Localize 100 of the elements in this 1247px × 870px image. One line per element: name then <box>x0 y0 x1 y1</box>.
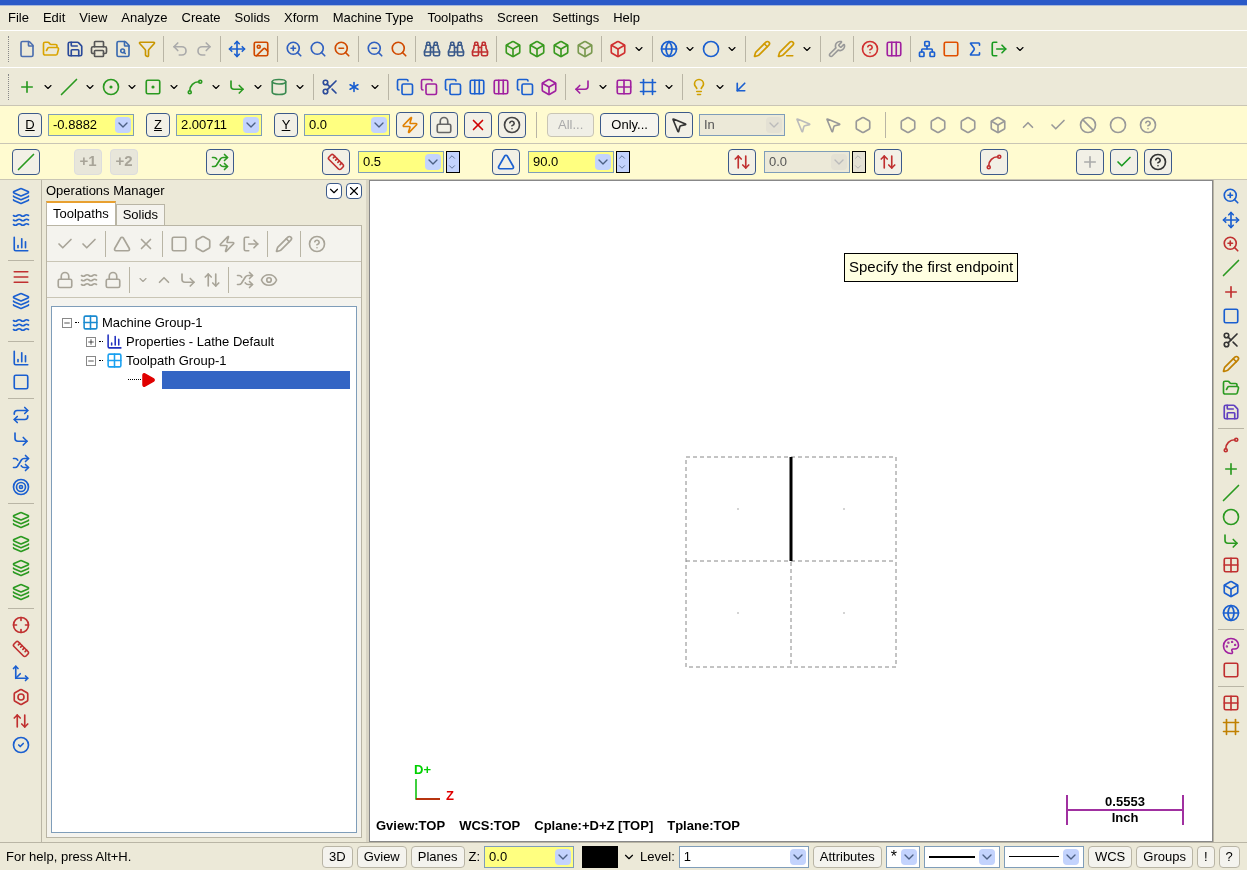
select-button[interactable]: Only... <box>600 112 659 137</box>
scissors-icon[interactable] <box>1221 331 1240 349</box>
save-icon[interactable] <box>66 40 84 58</box>
wave-icon[interactable] <box>11 316 30 334</box>
pan-icon[interactable] <box>228 40 246 58</box>
binoculars-icon[interactable] <box>423 40 441 58</box>
bars-icon[interactable] <box>11 349 30 367</box>
corner-icon[interactable] <box>11 430 30 448</box>
exit-icon[interactable] <box>990 40 1008 58</box>
line-style-field[interactable] <box>923 845 1000 868</box>
columns-icon[interactable] <box>492 77 510 96</box>
bolt-button[interactable] <box>396 111 424 138</box>
tangent-button[interactable] <box>980 148 1008 175</box>
circle-icon[interactable] <box>1108 115 1127 134</box>
preview-icon[interactable] <box>114 40 132 58</box>
line-button[interactable] <box>12 148 40 175</box>
copy-icon[interactable] <box>516 77 534 96</box>
status-button[interactable]: WCS <box>1087 845 1133 868</box>
copy-icon[interactable] <box>420 77 438 96</box>
ruler-icon[interactable] <box>11 640 30 658</box>
globe-icon[interactable] <box>1221 604 1240 622</box>
layers-icon[interactable] <box>11 535 30 553</box>
printer-icon[interactable] <box>90 40 108 58</box>
status-button[interactable]: ! <box>1196 845 1215 868</box>
columns-icon[interactable] <box>468 77 486 96</box>
scissors-icon[interactable] <box>321 77 339 96</box>
cube-icon[interactable] <box>528 40 546 58</box>
menu-item[interactable]: Settings <box>552 8 600 28</box>
spin-buttons[interactable] <box>852 150 866 173</box>
ruler-button[interactable] <box>322 148 350 175</box>
grid-icon[interactable] <box>615 77 633 96</box>
curve-icon[interactable] <box>186 77 204 96</box>
palette-icon[interactable] <box>1221 637 1240 655</box>
circle-icon[interactable] <box>1221 508 1240 526</box>
arrows-icon[interactable] <box>11 712 30 730</box>
tree-item[interactable]: Toolpath Group-1 <box>126 350 227 371</box>
zoom-in-icon[interactable] <box>285 40 303 58</box>
menu-item[interactable]: Edit <box>42 8 66 28</box>
copy-icon[interactable] <box>396 77 414 96</box>
zoom-in-icon[interactable] <box>1221 187 1240 205</box>
tree-item[interactable]: Machine Group-1 <box>102 312 203 333</box>
attributes-button[interactable]: Attributes <box>812 845 882 868</box>
menu-item[interactable]: Xform <box>284 8 319 28</box>
target-icon[interactable] <box>11 478 30 496</box>
menu-item[interactable]: View <box>79 8 108 28</box>
line-icon[interactable] <box>60 77 78 96</box>
hexagon-icon[interactable] <box>898 115 917 134</box>
close-icon[interactable] <box>346 183 362 199</box>
search-icon[interactable] <box>390 40 408 58</box>
loop-icon[interactable] <box>11 406 30 424</box>
angle-button[interactable] <box>492 148 520 175</box>
panel-tab[interactable]: Toolpaths <box>46 201 116 225</box>
menu-item[interactable]: Toolpaths <box>427 8 484 28</box>
corner-icon[interactable] <box>228 77 246 96</box>
cube-icon[interactable] <box>552 40 570 58</box>
wave-icon[interactable] <box>11 211 30 229</box>
question-icon[interactable] <box>861 40 879 58</box>
square-icon[interactable] <box>942 40 960 58</box>
ok-button[interactable] <box>1110 148 1138 175</box>
axis-button[interactable]: Y <box>274 112 298 137</box>
cube-icon[interactable] <box>1221 580 1240 598</box>
panel-tab[interactable]: Solids <box>115 204 166 225</box>
cube-icon[interactable] <box>609 40 627 58</box>
angle-field[interactable]: 90.0 <box>528 150 614 173</box>
axis-button[interactable]: D <box>18 112 42 137</box>
insert-arrow-icon[interactable] <box>140 371 157 388</box>
spin-buttons[interactable] <box>616 150 630 173</box>
grid-icon[interactable] <box>1221 694 1240 712</box>
layers-icon[interactable] <box>11 559 30 577</box>
pointer-icon[interactable] <box>823 115 842 134</box>
layers-icon[interactable] <box>11 187 30 205</box>
menu-item[interactable]: Solids <box>234 8 270 28</box>
cube-icon[interactable] <box>504 40 522 58</box>
ban-icon[interactable] <box>1078 115 1097 134</box>
grid-icon[interactable] <box>1221 556 1240 574</box>
save-icon[interactable] <box>1221 403 1240 421</box>
circle-icon[interactable] <box>102 77 120 96</box>
vertical-button[interactable] <box>728 148 756 175</box>
menu-item[interactable]: Machine Type <box>332 8 414 28</box>
hexagon-icon[interactable] <box>958 115 977 134</box>
level-field[interactable]: 1 <box>678 845 809 868</box>
bars-icon[interactable] <box>11 235 30 253</box>
line-icon[interactable] <box>1221 259 1240 277</box>
dropdown-icon[interactable] <box>326 183 342 199</box>
menu-item[interactable]: Analyze <box>121 8 168 28</box>
menu-item[interactable]: File <box>8 8 29 28</box>
view-button[interactable]: Gview <box>356 845 407 868</box>
network-icon[interactable] <box>918 40 936 58</box>
pan-icon[interactable] <box>1221 211 1240 229</box>
cross-button[interactable] <box>464 111 492 138</box>
zoom-out-icon[interactable] <box>333 40 351 58</box>
cube-icon[interactable] <box>576 40 594 58</box>
globe-icon[interactable] <box>660 40 678 58</box>
binoculars-icon[interactable] <box>447 40 465 58</box>
line-width-field[interactable] <box>1003 845 1084 868</box>
point-style-field[interactable]: * <box>885 845 920 868</box>
menu-item[interactable]: Help <box>613 8 640 28</box>
menu-item[interactable]: Create <box>181 8 221 28</box>
coordinate-field[interactable]: -0.8882 <box>48 113 134 136</box>
help-button[interactable] <box>1144 148 1172 175</box>
